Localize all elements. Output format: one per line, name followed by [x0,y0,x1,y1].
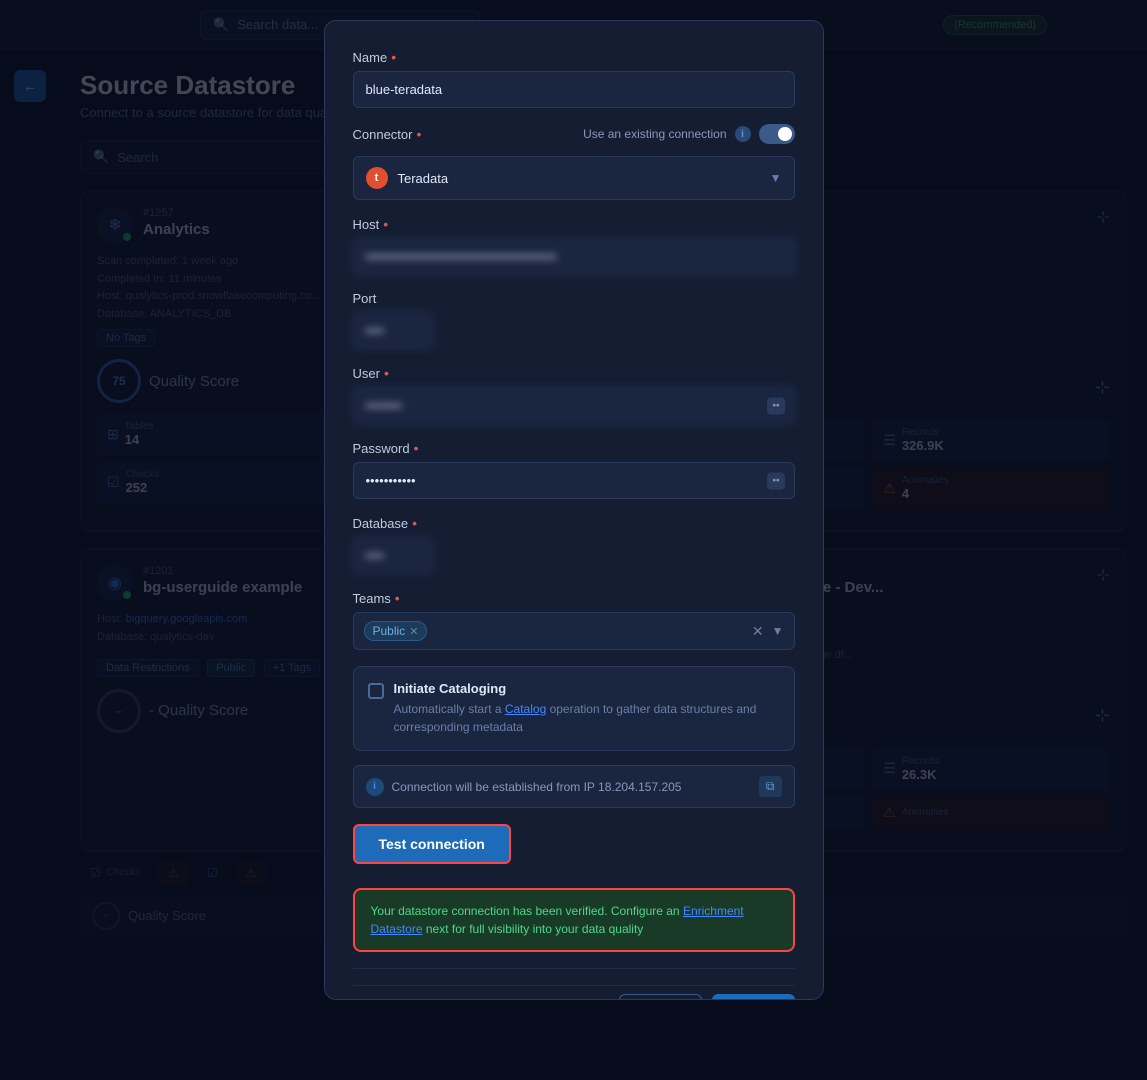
toggle-password-button[interactable]: •• [767,472,784,489]
connector-label-row: Connector • [353,126,422,142]
finish-button[interactable]: Finish [619,994,702,1000]
connector-row: Connector • Use an existing connection i [353,124,795,144]
password-input-wrap: •• [353,462,795,499]
required-indicator: • [383,216,388,232]
connector-group: Connector • Use an existing connection i… [353,124,795,200]
next-button[interactable]: Next [712,994,794,1000]
copy-ip-button[interactable]: ⧉ [759,776,782,797]
user-group: User • •• [353,365,795,424]
catalog-text: Initiate Cataloging Automatically start … [394,681,780,736]
user-label: User • [353,365,795,381]
chevron-down-icon: ▼ [770,171,782,185]
host-label: Host • [353,216,795,232]
database-input[interactable] [353,537,433,574]
divider [353,968,795,969]
teams-select[interactable]: Public ✕ ✕ ▼ [353,612,795,650]
name-input[interactable] [353,71,795,108]
user-input[interactable] [353,387,795,424]
port-input[interactable] [353,312,433,349]
required-indicator: • [414,440,419,456]
existing-connection-switch[interactable] [759,124,795,144]
teradata-logo: t [366,167,388,189]
name-label: Name • [353,49,795,65]
database-label: Database • [353,515,795,531]
catalog-title: Initiate Cataloging [394,681,780,696]
modal-footer: Finish Next [353,985,795,1000]
modal-overlay: Name • Connector • Use an existing conne… [0,0,1147,1080]
password-group: Password • •• [353,440,795,499]
password-label: Password • [353,440,795,456]
required-indicator: • [416,126,421,142]
info-icon[interactable]: i [735,126,751,142]
info-icon: i [366,778,384,796]
catalog-section: Initiate Cataloging Automatically start … [353,666,795,751]
existing-connection-toggle: Use an existing connection i [583,124,794,144]
chevron-down-icon: ▼ [772,624,784,638]
port-label: Port [353,291,795,306]
password-input[interactable] [353,462,795,499]
team-tag-public: Public ✕ [364,621,428,641]
test-connection-button[interactable]: Test connection [353,824,511,864]
connector-select[interactable]: t Teradata ▼ [353,156,795,200]
teams-label: Teams • [353,590,795,606]
success-text: Your datastore connection has been verif… [371,902,777,938]
port-group: Port [353,291,795,349]
required-indicator: • [391,49,396,65]
required-indicator: • [395,590,400,606]
toggle-visibility-button[interactable]: •• [767,397,784,414]
catalog-desc: Automatically start a Catalog operation … [394,700,780,736]
datastore-modal: Name • Connector • Use an existing conne… [324,20,824,1000]
name-group: Name • [353,49,795,108]
host-group: Host • [353,216,795,275]
teams-group: Teams • Public ✕ ✕ ▼ [353,590,795,650]
required-indicator: • [412,515,417,531]
user-input-wrap: •• [353,387,795,424]
ip-info-text: Connection will be established from IP 1… [392,780,751,794]
connector-label: Connector [353,127,413,142]
catalog-checkbox[interactable] [368,683,384,699]
clear-icon[interactable]: ✕ [752,623,764,640]
ip-info-row: i Connection will be established from IP… [353,765,795,808]
connector-name: Teradata [398,171,760,186]
teams-controls: ✕ ▼ [752,623,784,640]
required-indicator: • [384,365,389,381]
database-group: Database • [353,515,795,574]
success-message: Your datastore connection has been verif… [353,888,795,952]
host-input[interactable] [353,238,795,275]
remove-team-button[interactable]: ✕ [409,625,418,638]
